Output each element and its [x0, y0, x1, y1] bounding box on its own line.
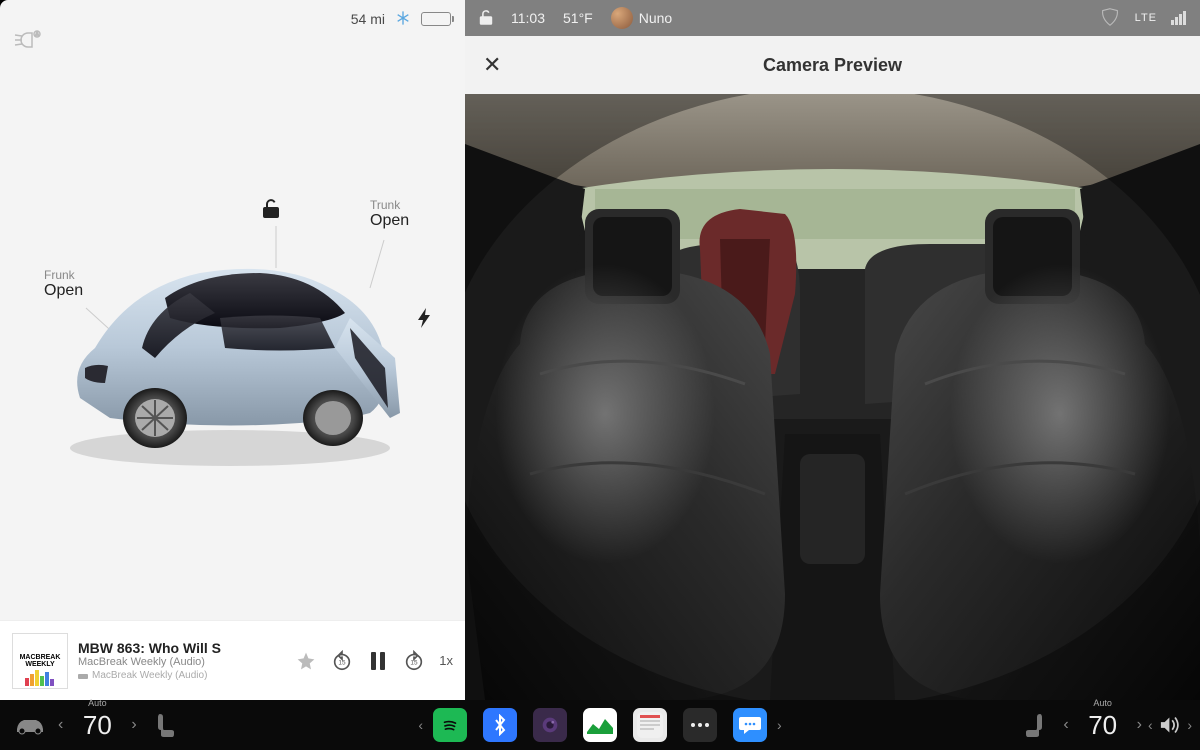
- passenger-temp-mode: Auto: [1093, 698, 1112, 708]
- driver-temp-down[interactable]: ‹: [52, 716, 69, 734]
- car-render: [50, 218, 410, 478]
- passenger-temp-up[interactable]: ›: [1131, 716, 1148, 734]
- app-bluetooth[interactable]: [483, 708, 517, 742]
- avatar-icon: [611, 7, 633, 29]
- app-spotify[interactable]: [433, 708, 467, 742]
- media-title: MBW 863: Who Will S: [78, 640, 228, 656]
- media-subtitle: MacBreak Weekly (Audio): [78, 656, 285, 668]
- album-art[interactable]: MACBREAK WEEKLY: [12, 633, 68, 689]
- left-status-bar: 54 mi: [0, 0, 465, 38]
- passenger-seat-heat-icon[interactable]: [1013, 703, 1057, 747]
- signal-icon: [1171, 11, 1186, 25]
- passenger-temp-down[interactable]: ‹: [1057, 716, 1074, 734]
- app-panel: 11:03 51°F Nuno LTE ✕ Camera Preview: [465, 0, 1200, 700]
- pause-icon[interactable]: [367, 650, 389, 672]
- svg-text:15: 15: [411, 659, 419, 666]
- trunk-label: Trunk: [370, 198, 409, 212]
- passenger-temp-value[interactable]: 70: [1081, 710, 1125, 741]
- playback-speed[interactable]: 1x: [439, 653, 453, 668]
- app-energy[interactable]: [583, 708, 617, 742]
- lightning-icon[interactable]: [418, 308, 432, 333]
- driver-seat-heat-icon[interactable]: [143, 703, 187, 747]
- camera-title: Camera Preview: [465, 55, 1200, 76]
- media-player: MACBREAK WEEKLY MBW 863: Who Will S MacB…: [0, 620, 465, 700]
- car-controls-icon[interactable]: [8, 703, 52, 747]
- route-shield-icon: [1099, 6, 1121, 31]
- passenger-temp-control: Auto ‹ 70 ›: [1057, 710, 1148, 741]
- driver-profile[interactable]: Nuno: [611, 7, 672, 29]
- media-info[interactable]: MBW 863: Who Will S MacBreak Weekly (Aud…: [78, 640, 285, 681]
- outside-temp[interactable]: 51°F: [563, 10, 593, 26]
- snowflake-icon: [395, 10, 411, 29]
- driving-panel: 54 mi A Frunk Open Trunk Open: [0, 0, 465, 700]
- app-browser[interactable]: [633, 708, 667, 742]
- svg-text:15: 15: [339, 659, 347, 666]
- clock: 11:03: [511, 10, 545, 26]
- tray-right-icon[interactable]: ›: [777, 717, 782, 733]
- connectivity-label: LTE: [1135, 12, 1157, 24]
- app-more[interactable]: [683, 708, 717, 742]
- app-dashcam[interactable]: [533, 708, 567, 742]
- lock-status-icon[interactable]: [479, 9, 493, 28]
- volume-icon[interactable]: ‹ ›: [1148, 703, 1192, 747]
- camera-feed: [465, 94, 1200, 700]
- app-tray: ‹ ›: [187, 708, 1014, 742]
- battery-icon: [421, 12, 451, 26]
- camera-header: ✕ Camera Preview: [465, 36, 1200, 94]
- app-messages[interactable]: [733, 708, 767, 742]
- favorite-icon[interactable]: [295, 650, 317, 672]
- skip-forward-15-icon[interactable]: 15: [403, 650, 425, 672]
- driver-temp-control: Auto ‹ 70 ›: [52, 710, 143, 741]
- skip-back-15-icon[interactable]: 15: [331, 650, 353, 672]
- driver-name: Nuno: [639, 10, 672, 26]
- driver-temp-up[interactable]: ›: [125, 716, 142, 734]
- media-source: MacBreak Weekly (Audio): [78, 670, 285, 681]
- range-value: 54 mi: [351, 11, 385, 27]
- driver-temp-value[interactable]: 70: [75, 710, 119, 741]
- driver-temp-mode: Auto: [88, 698, 107, 708]
- right-status-bar: 11:03 51°F Nuno LTE: [465, 0, 1200, 36]
- car-visualization: Frunk Open Trunk Open: [0, 38, 465, 620]
- close-icon[interactable]: ✕: [483, 52, 501, 78]
- bottom-dock: Auto ‹ 70 › ‹ › Aut: [0, 700, 1200, 750]
- tray-left-icon[interactable]: ‹: [418, 717, 423, 733]
